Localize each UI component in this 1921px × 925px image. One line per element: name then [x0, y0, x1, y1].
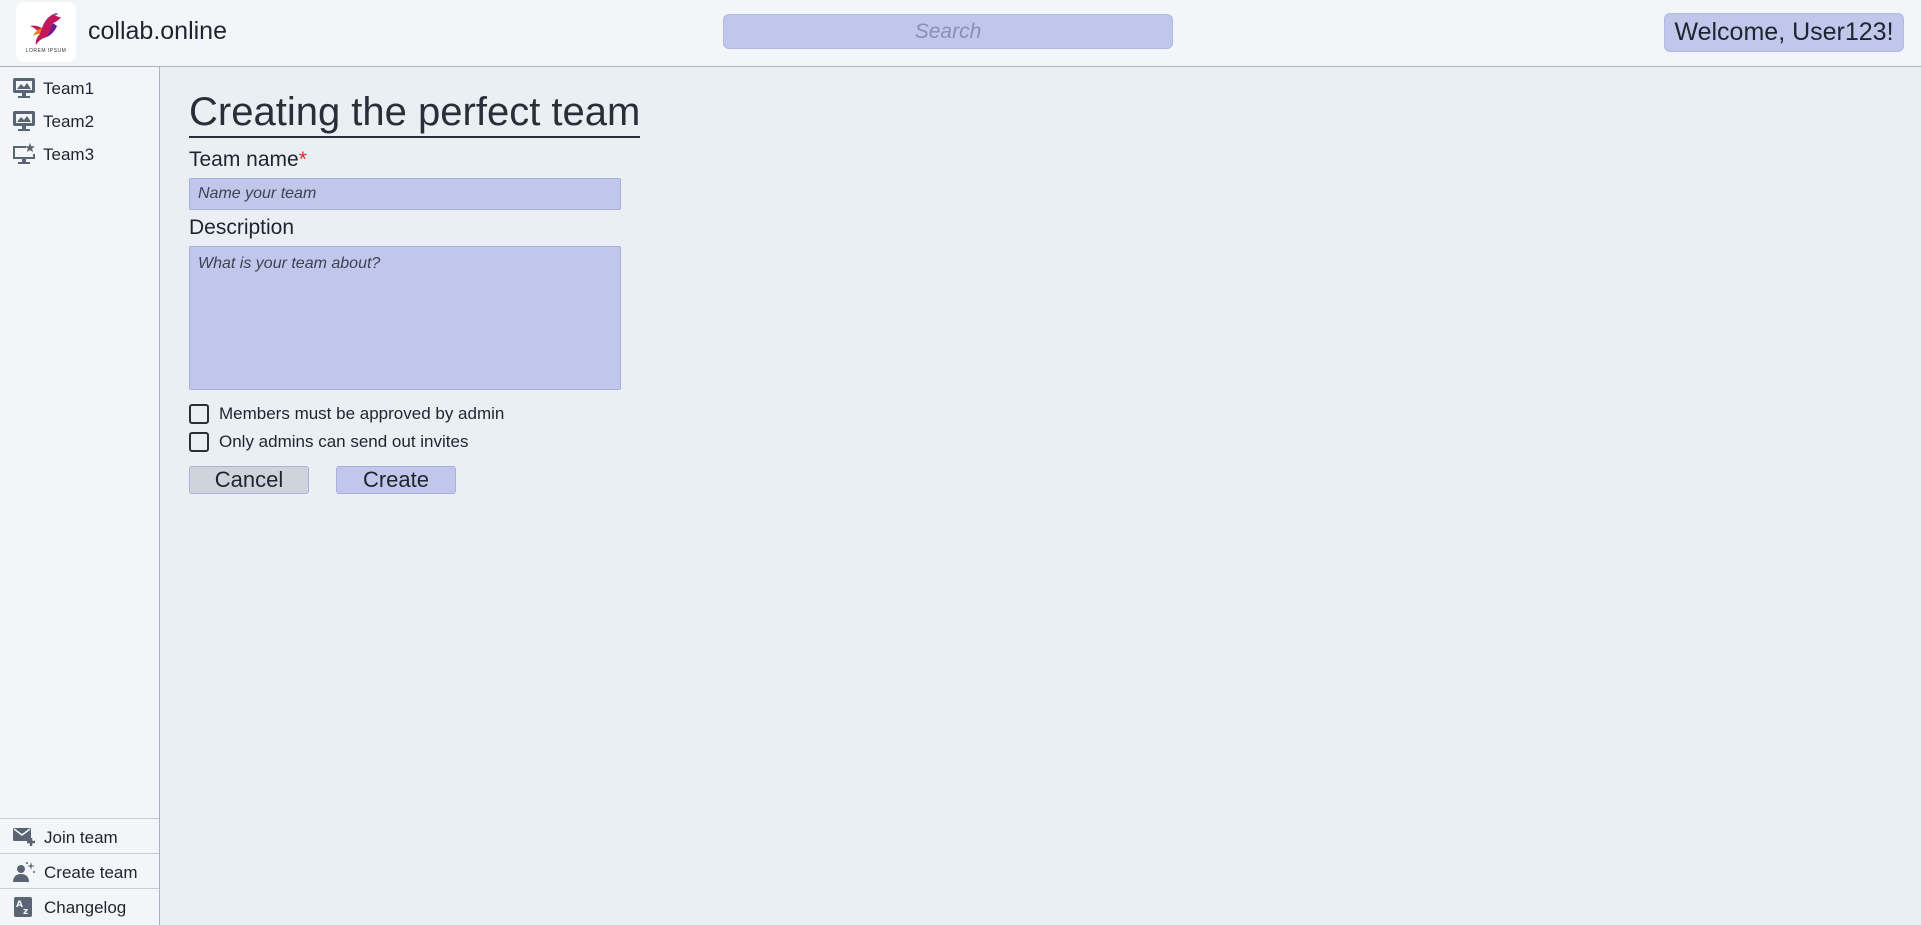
- sidebar-item-label: Team1: [43, 79, 95, 98]
- create-button[interactable]: Create: [336, 466, 456, 494]
- sidebar: Team1 Team2 Team3 Join team Create team …: [0, 67, 160, 925]
- join-team-button[interactable]: Join team: [0, 818, 159, 853]
- create-team-label: Create team: [44, 863, 138, 882]
- description-textarea[interactable]: [189, 246, 621, 390]
- approval-option[interactable]: Members must be approved by admin: [189, 403, 504, 425]
- user-sparkle-icon: [13, 862, 35, 882]
- sidebar-item-label: Team3: [43, 145, 95, 164]
- page-title: Creating the perfect team: [189, 90, 641, 138]
- search-input[interactable]: [723, 14, 1173, 49]
- app-logo[interactable]: LOREM IPSUM: [16, 2, 76, 62]
- approval-checkbox[interactable]: [189, 404, 209, 424]
- svg-text:z: z: [23, 907, 28, 917]
- changelog-button[interactable]: A z Changelog: [0, 888, 159, 923]
- presentation-icon: [13, 111, 35, 131]
- user-welcome-button[interactable]: Welcome, User123!: [1664, 13, 1904, 52]
- mail-plus-icon: [13, 828, 35, 846]
- top-bar: LOREM IPSUM collab.online Welcome, User1…: [0, 0, 1921, 67]
- sidebar-item-team1[interactable]: Team1: [0, 73, 158, 103]
- sidebar-item-team2[interactable]: Team2: [0, 106, 158, 136]
- invites-option[interactable]: Only admins can send out invites: [189, 431, 468, 453]
- sidebar-item-label: Team2: [43, 112, 95, 131]
- svg-text:A: A: [16, 900, 23, 910]
- invites-checkbox[interactable]: [189, 432, 209, 452]
- cancel-button[interactable]: Cancel: [189, 466, 309, 494]
- presentation-icon: [13, 78, 35, 98]
- monitor-star-icon: [13, 143, 35, 164]
- site-title[interactable]: collab.online: [88, 17, 227, 46]
- required-marker: *: [298, 148, 307, 171]
- team-name-label: Team name*: [189, 148, 307, 172]
- team-name-input[interactable]: [189, 178, 621, 210]
- invites-label: Only admins can send out invites: [219, 432, 469, 451]
- az-document-icon: A z: [14, 897, 32, 917]
- changelog-label: Changelog: [44, 898, 127, 917]
- join-team-label: Join team: [44, 828, 118, 847]
- sidebar-item-team3[interactable]: Team3: [0, 139, 158, 169]
- bird-logo-icon: [30, 13, 61, 45]
- team-name-label-text: Team name: [189, 148, 299, 171]
- approval-label: Members must be approved by admin: [219, 404, 505, 423]
- create-team-button[interactable]: Create team: [0, 853, 159, 888]
- logo-caption: LOREM IPSUM: [25, 48, 67, 54]
- description-label: Description: [189, 216, 295, 239]
